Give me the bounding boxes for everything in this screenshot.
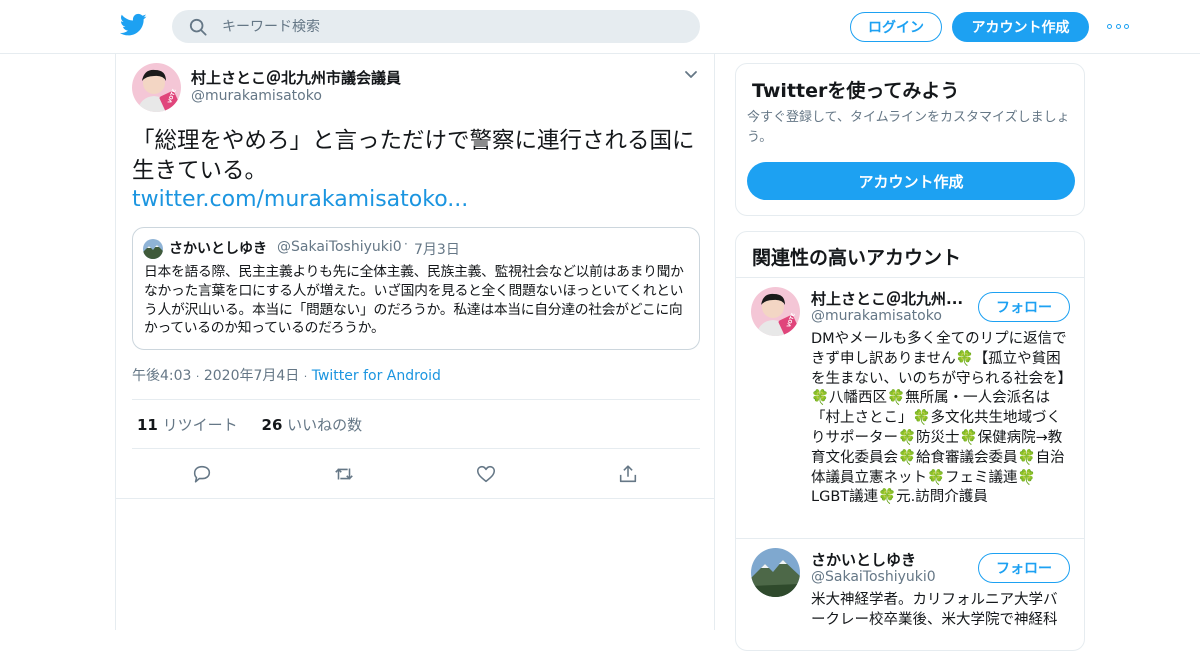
follow-button[interactable]: フォロー [978, 292, 1070, 322]
meta-dot: · [195, 370, 200, 383]
reply-icon[interactable] [191, 463, 213, 485]
quoted-separator-dot: · [404, 237, 408, 251]
tweet-source-link[interactable]: Twitter for Android [312, 368, 441, 384]
divider [736, 538, 1084, 539]
retweet-stat[interactable]: 11 リツイート [137, 416, 238, 434]
tweet-stats: 11 リツイート 26 いいねの数 [137, 414, 362, 435]
author-name[interactable]: 村上さとこ＠北九州市議会議員 [191, 67, 401, 88]
meta-dot: · [303, 370, 308, 383]
account-bio: DMやメールも多く全てのリプに返信できず申し訳ありません🍀【孤立や貧困を生まない… [811, 331, 1067, 506]
quoted-author-name: さかいとしゆき [169, 241, 267, 257]
tweet-detail: VOTE 村上さとこ＠北九州市議会議員 @murakamisatoko 「総理を… [115, 54, 715, 630]
tweet-time[interactable]: 午後4:03 [132, 368, 191, 384]
tweet-metadata: 午後4:03 · 2020年7月4日 · Twitter for Android [132, 365, 441, 385]
retweet-icon[interactable] [333, 463, 355, 485]
related-accounts-card: 関連性の高いアカウント VOTE 村上さとこ＠北九州... @murakamis… [735, 231, 1085, 651]
divider [116, 498, 714, 499]
retweet-count: 11 [137, 416, 158, 434]
retweet-label: リツイート [162, 416, 238, 434]
top-navigation-bar: ログイン アカウント作成 [0, 0, 1200, 54]
account-avatar-image [751, 548, 800, 597]
login-button[interactable]: ログイン [850, 12, 942, 42]
quoted-author-avatar-image [143, 239, 163, 259]
author-avatar[interactable]: VOTE [132, 63, 181, 112]
tweet-actions [116, 463, 716, 485]
chevron-down-icon[interactable] [684, 70, 698, 80]
quoted-date: 7月3日 [414, 242, 460, 258]
like-count: 26 [261, 416, 283, 434]
signup-card-button[interactable]: アカウント作成 [747, 162, 1075, 200]
quoted-tweet[interactable]: さかいとしゆき @SakaiToshiyuki0 · 7月3日 日本を語る際、民… [132, 227, 700, 350]
signup-card: Twitterを使ってみよう 今すぐ登録して、タイムラインをカスタマイズしましょ… [735, 63, 1085, 216]
account-name[interactable]: 村上さとこ＠北九州... [811, 288, 963, 309]
signup-card-description: 今すぐ登録して、タイムラインをカスタマイズしましょう。 [747, 110, 1070, 145]
quoted-author-handle: @SakaiToshiyuki0 [277, 239, 402, 255]
account-avatar-image: VOTE [751, 287, 800, 336]
signup-card-title: Twitterを使ってみよう [752, 80, 960, 102]
search-input[interactable] [222, 18, 662, 35]
author-handle[interactable]: @murakamisatoko [191, 88, 322, 104]
more-options-icon[interactable] [1107, 18, 1129, 34]
divider [132, 399, 700, 400]
account-name[interactable]: さかいとしゆき [811, 549, 916, 570]
tweet-text: 「総理をやめろ」と言っただけで警察に連行される国に生きている。 [132, 128, 695, 184]
tweet-date[interactable]: 2020年7月4日 [204, 368, 299, 384]
author-avatar-image: VOTE [132, 63, 181, 112]
account-handle[interactable]: @SakaiToshiyuki0 [811, 569, 936, 585]
like-stat[interactable]: 26 いいねの数 [262, 416, 363, 434]
account-handle[interactable]: @murakamisatoko [811, 308, 942, 324]
twitter-bird-icon[interactable] [120, 13, 147, 37]
search-icon [189, 18, 207, 36]
divider [132, 448, 700, 449]
like-label: いいねの数 [287, 416, 363, 434]
quoted-author-avatar [143, 239, 163, 259]
quoted-tweet-text: 日本を語る際、民主主義よりも先に全体主義、民族主義、監視社会など以前はあまり聞か… [144, 264, 684, 337]
related-accounts-title: 関連性の高いアカウント [752, 247, 962, 269]
account-bio: 米大神経学者。カリフォルニア大学バークレー校卒業後、米大学院で神経科 [811, 592, 1058, 628]
account-avatar[interactable] [751, 548, 800, 597]
signup-button[interactable]: アカウント作成 [952, 12, 1089, 42]
like-heart-icon[interactable] [475, 463, 497, 485]
divider [736, 277, 1084, 278]
tweet-link[interactable]: twitter.com/murakamisatoko... [132, 187, 468, 212]
account-avatar[interactable]: VOTE [751, 287, 800, 336]
follow-button[interactable]: フォロー [978, 553, 1070, 583]
share-icon[interactable] [617, 463, 639, 485]
search-bar[interactable] [172, 10, 700, 43]
